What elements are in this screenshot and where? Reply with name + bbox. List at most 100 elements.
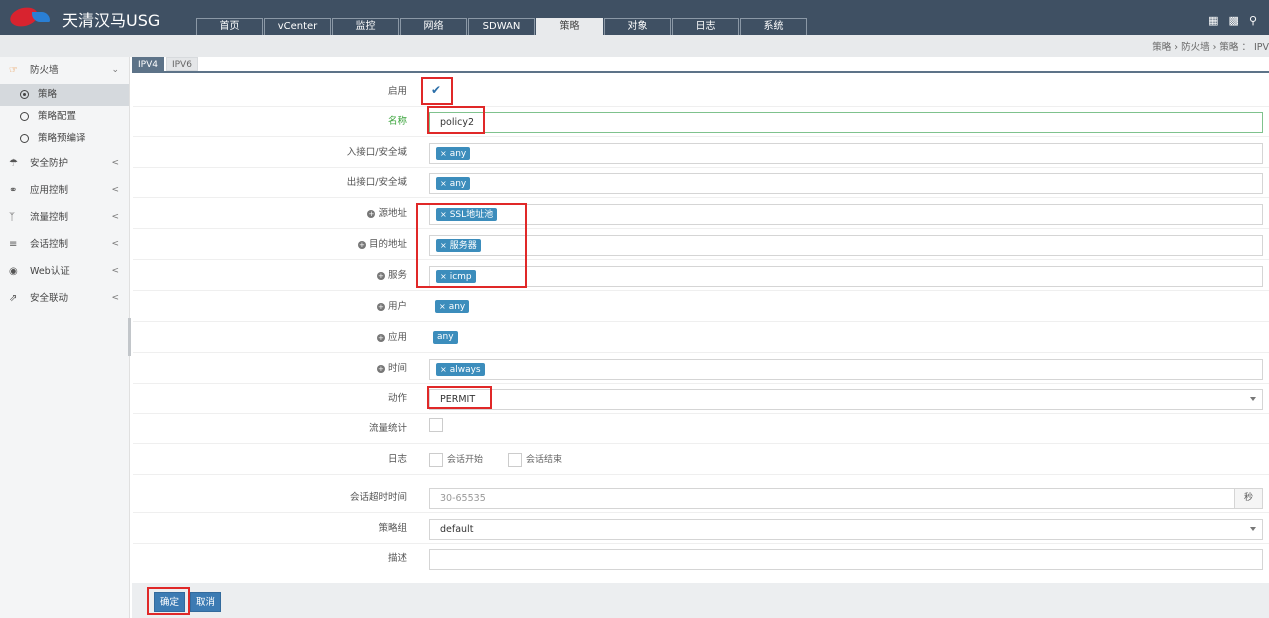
tag-always[interactable]: × always [436,363,485,376]
name-label: 名称 [387,116,407,127]
row-traffic-stats: 流量统计 [133,414,1269,444]
sidebar-sub-policy-config[interactable]: 策略配置 [0,106,129,128]
user-label: + 用户 [376,301,407,312]
policy-group-label: 策略组 [378,523,407,534]
ok-button[interactable]: 确定 [154,592,186,612]
remove-tag-icon[interactable]: × [440,272,447,281]
time-select[interactable]: × always [429,359,1263,380]
log-start-label: 会话开始 [447,455,484,465]
tab-monitor[interactable]: 监控 [332,18,399,35]
enable-checkbox-checked[interactable]: ✔ [431,83,441,97]
tab-home[interactable]: 首页 [196,18,263,35]
name-input[interactable]: policy2 [429,112,1263,133]
remove-tag-icon[interactable]: × [440,241,447,250]
tab-policy[interactable]: 策略 [536,18,603,35]
row-dest-address: + 目的地址 × 服务器 [133,230,1269,260]
row-application: + 应用 any [133,323,1269,353]
log-end-checkbox[interactable] [508,453,522,467]
plus-circle-icon[interactable]: + [367,210,376,218]
tag-any[interactable]: any [433,331,458,344]
source-address-label: + 源地址 [367,208,407,219]
radio-icon [20,112,29,121]
dest-address-select[interactable]: × 服务器 [429,235,1263,256]
sidebar-sub-policy[interactable]: 策略 [0,84,129,106]
save-icon[interactable]: ▩ [1229,14,1239,27]
remove-tag-icon[interactable]: × [440,149,447,158]
row-session-timeout: 会话超时时间 30-65535 秒 [133,483,1269,513]
tag-server[interactable]: × 服务器 [436,239,481,252]
tab-network[interactable]: 网络 [400,18,467,35]
log-start-checkbox[interactable] [429,453,443,467]
description-input[interactable] [429,549,1263,570]
plus-circle-icon[interactable]: + [376,303,385,311]
sidebar-item-security-linkage[interactable]: ⇗ 安全联动 < [0,285,129,312]
sliders-icon: ≡ [9,239,18,250]
remove-tag-icon[interactable]: × [439,302,446,311]
traffic-stats-label: 流量统计 [368,423,407,434]
dest-address-label: + 目的地址 [357,239,407,250]
name-value: policy2 [440,117,475,128]
row-in-interface: 入接口/安全域 × any [133,138,1269,168]
remove-tag-icon[interactable]: × [440,179,447,188]
remove-tag-icon[interactable]: × [440,365,447,374]
session-timeout-placeholder: 30-65535 [440,493,486,504]
breadcrumb-bar: 策略 › 防火墙 › 策略 ： IPV [0,35,1269,57]
main-nav: 首页 vCenter 监控 网络 SDWAN 策略 对象 日志 系统 [196,18,808,35]
tab-vcenter[interactable]: vCenter [264,18,331,35]
tag-any[interactable]: × any [436,147,471,160]
tag-any[interactable]: × any [435,300,470,313]
out-interface-select[interactable]: × any [429,173,1263,194]
tab-ipv4[interactable]: IPV4 [132,57,164,71]
source-address-select[interactable]: × SSL地址池 [429,204,1263,225]
traffic-stats-checkbox[interactable] [429,418,443,432]
branch-icon: ᛉ [9,212,15,223]
tab-system[interactable]: 系统 [740,18,807,35]
external-link-icon: ⇗ [9,293,18,304]
plus-circle-icon[interactable]: + [357,241,366,249]
sidebar-item-firewall[interactable]: ☞ 防火墙 ⌄ [0,57,129,84]
sidebar-item-app-control[interactable]: ⚭ 应用控制 < [0,177,129,204]
sidebar-item-session-control[interactable]: ≡ 会话控制 < [0,231,129,258]
chevron-left-icon: < [111,239,119,249]
book-icon[interactable]: ▦ [1208,14,1218,27]
in-interface-select[interactable]: × any [429,143,1263,164]
row-policy-group: 策略组 default [133,514,1269,544]
cancel-button[interactable]: 取消 [190,592,222,612]
sidebar-sub-policy-precompile[interactable]: 策略预编译 [0,128,129,150]
caret-down-icon [1250,527,1256,531]
tag-ssl-pool[interactable]: × SSL地址池 [436,208,498,221]
tag-icmp[interactable]: × icmp [436,270,476,283]
policy-group-select[interactable]: default [429,519,1263,540]
sidebar-resize-handle[interactable] [128,318,131,356]
tag-any[interactable]: × any [436,177,471,190]
tab-log[interactable]: 日志 [672,18,739,35]
ip-version-tabs: IPV4 IPV6 [132,57,198,71]
service-label: + 服务 [376,270,407,281]
remove-tag-icon[interactable]: × [440,210,447,219]
action-value: PERMIT [440,394,476,405]
link-icon: ⚭ [9,185,18,196]
out-interface-label: 出接口/安全域 [346,177,407,188]
plus-circle-icon[interactable]: + [376,272,385,280]
action-select[interactable]: PERMIT [429,389,1263,410]
tab-sdwan[interactable]: SDWAN [468,18,535,35]
key-icon[interactable]: ⚲ [1249,14,1257,27]
sidebar-item-web-auth[interactable]: ◉ Web认证 < [0,258,129,285]
plus-circle-icon[interactable]: + [376,334,385,342]
tab-ipv6[interactable]: IPV6 [165,57,198,71]
sidebar-item-traffic-control[interactable]: ᛉ 流量控制 < [0,204,129,231]
row-description: 描述 [133,544,1269,574]
user-select[interactable]: × any [429,297,1263,318]
row-enable: 启用 ✔ [133,77,1269,107]
session-timeout-input[interactable]: 30-65535 秒 [429,488,1263,509]
tab-object[interactable]: 对象 [604,18,671,35]
globe-icon: ◉ [9,266,18,277]
plus-circle-icon[interactable]: + [376,365,385,373]
chevron-left-icon: < [111,293,119,303]
application-select[interactable]: any [429,328,1263,349]
logo [8,4,50,30]
enable-label: 启用 [387,86,407,97]
sidebar-item-security-protection[interactable]: ☂ 安全防护 < [0,150,129,177]
service-select[interactable]: × icmp [429,266,1263,287]
tab-underline [132,71,1269,73]
